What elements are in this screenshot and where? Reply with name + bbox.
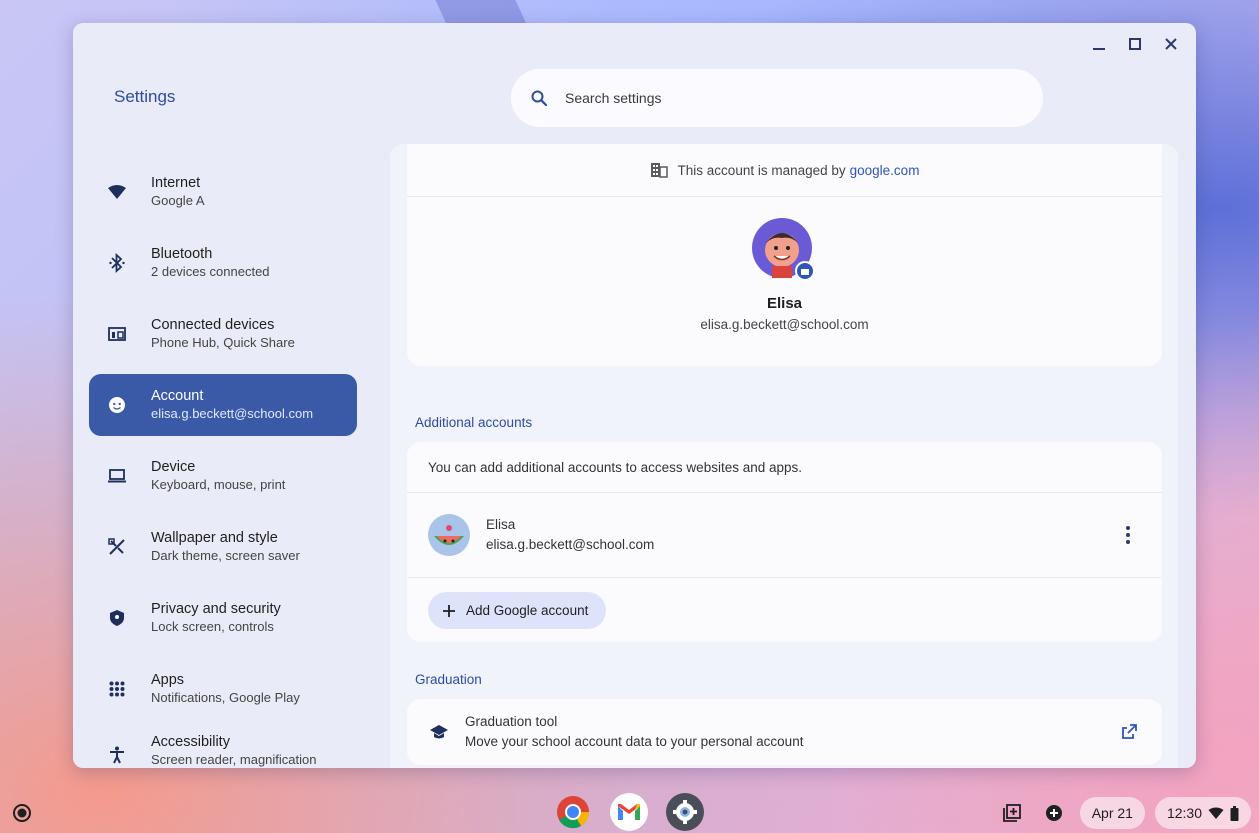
open-in-new-button[interactable] <box>1118 721 1140 743</box>
add-google-account-label: Add Google account <box>466 603 589 618</box>
maximize-button[interactable] <box>1124 33 1146 55</box>
settings-app[interactable] <box>666 793 704 831</box>
holding-space-icon <box>1002 804 1021 822</box>
sidebar-item-accessibility[interactable]: Accessibility Screen reader, magnificatio… <box>89 729 357 768</box>
sidebar-item-label: Accessibility <box>151 734 230 750</box>
building-icon <box>650 162 668 178</box>
sidebar-item-privacy[interactable]: Privacy and security Lock screen, control… <box>89 587 357 649</box>
gmail-app[interactable] <box>610 793 648 831</box>
account-name: Elisa <box>486 517 516 532</box>
graduation-cap-icon <box>428 721 450 743</box>
sidebar-item-account[interactable]: Account elisa.g.beckett@school.com <box>89 374 357 436</box>
sidebar-item-label: Bluetooth <box>151 246 213 262</box>
date-text: Apr 21 <box>1091 805 1133 821</box>
sidebar-item-wallpaper[interactable]: Wallpaper and style Dark theme, screen sa… <box>89 516 357 578</box>
add-circle-icon <box>1045 805 1062 821</box>
sidebar-item-internet[interactable]: Internet Google A <box>89 161 357 223</box>
apps-grid-icon <box>105 677 129 701</box>
graduation-tool-title: Graduation tool <box>465 714 558 729</box>
holding-space-button[interactable] <box>996 797 1028 829</box>
sidebar: Internet Google A Bluetooth 2 devices conn… <box>89 161 357 768</box>
account-row[interactable]: Elisa elisa.g.beckett@school.com <box>407 493 1162 578</box>
chrome-icon <box>557 796 590 829</box>
status-tray: Apr 21 12:30 <box>996 797 1251 829</box>
more-vert-icon <box>1126 526 1130 544</box>
sidebar-item-sub: Screen reader, magnification <box>151 752 317 767</box>
additional-accounts-title: Additional accounts <box>415 415 533 430</box>
additional-accounts-card: You can add additional accounts to acces… <box>407 442 1162 642</box>
graduation-tool-row[interactable]: Graduation tool Move your school account… <box>407 699 1162 765</box>
sidebar-item-sub: Notifications, Google Play <box>151 690 300 705</box>
profile-email: elisa.g.beckett@school.com <box>700 317 869 332</box>
accessibility-icon <box>105 743 129 767</box>
sidebar-item-connected-devices[interactable]: Connected devices Phone Hub, Quick Share <box>89 303 357 365</box>
search-input[interactable] <box>563 89 1007 107</box>
settings-window: Settings Internet Google A Bluetooth 2 dev… <box>73 23 1196 768</box>
graduation-tool-sub: Move your school account data to your pe… <box>465 734 804 749</box>
sidebar-item-sub: elisa.g.beckett@school.com <box>151 406 314 421</box>
add-google-account-button[interactable]: Add Google account <box>428 592 607 629</box>
palette-icon <box>105 535 129 559</box>
shield-icon <box>105 606 129 630</box>
laptop-icon <box>105 464 129 488</box>
status-area-button[interactable]: 12:30 <box>1154 797 1251 829</box>
sidebar-item-label: Connected devices <box>151 317 275 333</box>
sidebar-item-label: Internet <box>151 175 201 191</box>
sidebar-item-sub: Keyboard, mouse, print <box>151 477 286 492</box>
gmail-icon <box>618 804 640 820</box>
pinned-apps <box>554 793 704 831</box>
minimize-button[interactable] <box>1088 33 1110 55</box>
window-controls <box>1088 33 1182 55</box>
managed-text: This account is managed by <box>677 162 846 178</box>
wifi-status-icon <box>1208 807 1224 819</box>
sidebar-item-sub: Lock screen, controls <box>151 619 274 634</box>
search-icon <box>529 88 549 108</box>
wifi-icon <box>105 180 129 204</box>
sidebar-item-label: Account <box>151 388 204 404</box>
time-text: 12:30 <box>1166 805 1202 821</box>
launcher-icon <box>13 804 31 822</box>
account-avatar <box>428 514 470 556</box>
add-button[interactable] <box>1038 797 1070 829</box>
open-in-new-icon <box>1122 724 1137 739</box>
minimize-icon <box>1093 48 1105 50</box>
sidebar-item-sub: Dark theme, screen saver <box>151 548 300 563</box>
close-icon <box>1165 38 1177 50</box>
sidebar-item-label: Wallpaper and style <box>151 530 278 546</box>
sidebar-item-device[interactable]: Device Keyboard, mouse, print <box>89 445 357 507</box>
more-options-button[interactable] <box>1118 521 1138 549</box>
sidebar-item-apps[interactable]: Apps Notifications, Google Play <box>89 658 357 720</box>
sidebar-item-sub: Phone Hub, Quick Share <box>151 335 295 350</box>
sidebar-item-label: Apps <box>151 672 185 688</box>
sidebar-item-bluetooth[interactable]: Bluetooth 2 devices connected <box>89 232 357 294</box>
account-icon <box>105 393 129 417</box>
date-button[interactable]: Apr 21 <box>1079 797 1145 829</box>
app-title: Settings <box>114 87 176 106</box>
main-content: This account is managed by google.com El… <box>390 144 1178 768</box>
account-email: elisa.g.beckett@school.com <box>486 537 655 552</box>
sidebar-item-sub: 2 devices connected <box>151 264 270 279</box>
profile-avatar[interactable] <box>752 218 818 284</box>
profile-name: Elisa <box>766 295 803 312</box>
maximize-icon <box>1129 38 1141 50</box>
managed-banner: This account is managed by google.com <box>407 144 1162 197</box>
shelf: Apr 21 12:30 <box>0 791 1259 833</box>
close-button[interactable] <box>1160 33 1182 55</box>
managed-domain-link[interactable]: google.com <box>850 163 920 178</box>
sidebar-item-sub: Google A <box>151 193 205 208</box>
plus-icon <box>442 604 456 618</box>
search-bar[interactable] <box>511 69 1043 127</box>
additional-accounts-description: You can add additional accounts to acces… <box>407 442 1162 493</box>
profile-card: This account is managed by google.com El… <box>407 144 1162 366</box>
chrome-app[interactable] <box>554 793 592 831</box>
sidebar-item-label: Device <box>151 459 196 475</box>
graduation-title: Graduation <box>415 672 482 687</box>
sidebar-item-label: Privacy and security <box>151 601 281 617</box>
launcher-button[interactable] <box>12 803 32 823</box>
bluetooth-icon <box>105 251 129 275</box>
settings-gear-icon <box>673 800 697 824</box>
devices-icon <box>105 322 129 346</box>
battery-icon <box>1230 805 1239 821</box>
